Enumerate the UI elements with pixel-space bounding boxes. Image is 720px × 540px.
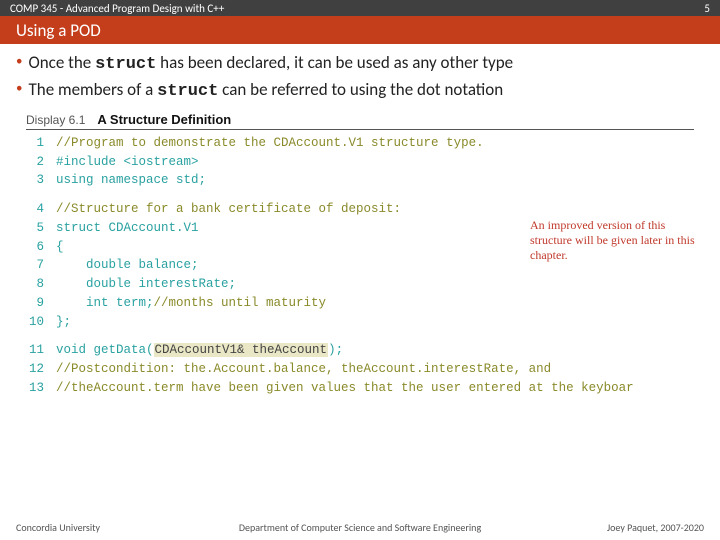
code-text: int term;//months until maturity [56, 294, 326, 313]
code-text: double balance; [56, 256, 199, 275]
slide: COMP 345 - Advanced Program Design with … [0, 0, 720, 540]
line-number: 13 [26, 379, 56, 398]
code-line: 10}; [26, 313, 694, 332]
slide-title-text: Using a POD [16, 20, 101, 41]
bullet-2-text: The members of a struct can be referred … [28, 79, 503, 104]
line-number: 6 [26, 238, 56, 257]
code-comment: //months until maturity [154, 296, 327, 310]
figure-header: Display 6.1 A Structure Definition [26, 112, 694, 130]
code-text: //Program to demonstrate the CDAccount.V… [56, 134, 484, 153]
line-number: 1 [26, 134, 56, 153]
footer-mid: Department of Computer Science and Softw… [239, 521, 481, 534]
code-line: 2#include <iostream> [26, 153, 694, 172]
bullet-dot-icon: • [16, 52, 22, 73]
code-arg-highlight: CDAccountV1& theAccount [154, 343, 329, 357]
code-text: struct CDAccount.V1 [56, 219, 199, 238]
figure-title: A Structure Definition [97, 112, 231, 127]
code-text: //Structure for a bank certificate of de… [56, 200, 401, 219]
code-text: double interestRate; [56, 275, 236, 294]
code-text: void getData(CDAccountV1& theAccount); [56, 341, 343, 360]
figure-number: Display 6.1 [26, 113, 85, 127]
bullet-1-text: Once the struct has been declared, it ca… [28, 52, 513, 77]
bullet-dot-icon: • [16, 79, 22, 100]
footer-left: Concordia University [16, 521, 100, 534]
code-text: //theAccount.term have been given values… [56, 379, 634, 398]
figure-annotation: An improved version of this structure wi… [530, 218, 700, 263]
code-line: 3using namespace std; [26, 171, 694, 190]
header-bar: COMP 345 - Advanced Program Design with … [0, 0, 720, 16]
code-line: 12//Postcondition: the.Account.balance, … [26, 360, 694, 379]
bullet-1: • Once the struct has been declared, it … [16, 52, 704, 77]
line-number: 2 [26, 153, 56, 172]
bullet-2-kw: struct [157, 82, 218, 101]
slide-title: Using a POD [0, 16, 720, 44]
code-listing: An improved version of this structure wi… [26, 134, 694, 398]
line-number: 7 [26, 256, 56, 275]
bullet-1-post: has been declared, it can be used as any… [156, 52, 513, 73]
line-number: 10 [26, 313, 56, 332]
code-line: 9 int term;//months until maturity [26, 294, 694, 313]
code-text: #include <iostream> [56, 153, 199, 172]
code-text: //Postcondition: the.Account.balance, th… [56, 360, 551, 379]
content-area: • Once the struct has been declared, it … [0, 44, 720, 106]
line-number: 3 [26, 171, 56, 190]
code-text: { [56, 238, 64, 257]
code-line: 8 double interestRate; [26, 275, 694, 294]
code-line: 13//theAccount.term have been given valu… [26, 379, 694, 398]
slide-number: 5 [704, 2, 710, 15]
bullet-2: • The members of a struct can be referre… [16, 79, 704, 104]
code-line: 11void getData(CDAccountV1& theAccount); [26, 341, 694, 360]
bullet-1-pre: Once the [28, 52, 95, 73]
bullet-2-pre: The members of a [28, 79, 157, 100]
course-label: COMP 345 - Advanced Program Design with … [10, 2, 224, 15]
bullet-1-kw: struct [95, 55, 156, 74]
line-number: 12 [26, 360, 56, 379]
code-figure: Display 6.1 A Structure Definition An im… [26, 112, 694, 398]
bullet-2-post: can be referred to using the dot notatio… [218, 79, 503, 100]
code-fragment: ); [328, 343, 343, 357]
code-fragment: int term; [56, 296, 154, 310]
line-number: 5 [26, 219, 56, 238]
line-number: 9 [26, 294, 56, 313]
code-line: 1//Program to demonstrate the CDAccount.… [26, 134, 694, 153]
line-number: 4 [26, 200, 56, 219]
code-text: using namespace std; [56, 171, 206, 190]
footer-right: Joey Paquet, 2007-2020 [607, 521, 704, 534]
footer-bar: Concordia University Department of Compu… [0, 521, 720, 536]
line-number: 11 [26, 341, 56, 360]
code-line: 4//Structure for a bank certificate of d… [26, 200, 694, 219]
code-fragment: void getData( [56, 343, 154, 357]
code-text: }; [56, 313, 71, 332]
line-number: 8 [26, 275, 56, 294]
